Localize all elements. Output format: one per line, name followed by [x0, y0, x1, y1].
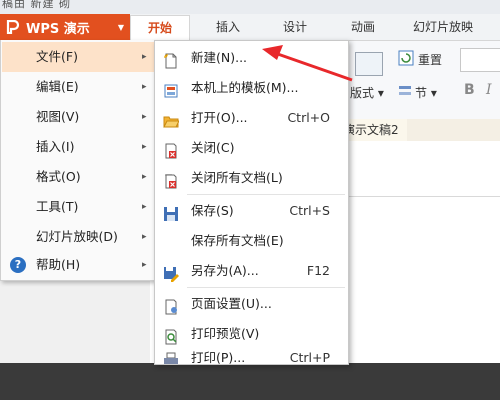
reset-icon	[398, 50, 414, 66]
layout-button[interactable]: 版式 ▾	[350, 84, 384, 101]
chevron-right-icon: ▸	[142, 172, 147, 182]
menu-item-save[interactable]: 保存(S) Ctrl+S	[155, 196, 348, 226]
menu-item-label: 视图(V)	[36, 109, 80, 124]
menu-item-view[interactable]: 视图(V) ▸	[2, 102, 154, 132]
file-submenu: 新建(N)... 本机上的模板(M)... 打开(O)... Ctrl+O 关闭…	[154, 40, 349, 365]
menu-item-local-template[interactable]: 本机上的模板(M)...	[155, 73, 348, 103]
chevron-right-icon: ▸	[142, 142, 147, 152]
menu-item-label: 关闭所有文档(L)	[191, 170, 283, 185]
tab-animation[interactable]: 动画	[333, 15, 393, 40]
window-title-bar: 稿由 新建 砌	[0, 0, 500, 14]
menu-item-label: 格式(O)	[36, 169, 81, 184]
page-setup-icon	[163, 296, 179, 315]
menu-item-label: 打开(O)...	[191, 110, 248, 125]
tab-insert[interactable]: 插入	[198, 15, 258, 40]
help-icon: ?	[10, 257, 26, 273]
wps-app-menu-button[interactable]: WPS 演示 ▼	[0, 14, 130, 40]
menu-item-label: 帮助(H)	[36, 257, 81, 272]
menu-item-label: 编辑(E)	[36, 79, 79, 94]
menu-shortcut: Ctrl+P	[289, 350, 330, 364]
section-icon	[398, 84, 412, 98]
menu-item-print[interactable]: 打印(P)... Ctrl+P	[155, 346, 348, 364]
font-name-input[interactable]	[460, 48, 500, 72]
menu-item-label: 新建(N)...	[191, 50, 248, 65]
menu-item-insert[interactable]: 插入(I) ▸	[2, 132, 154, 162]
wps-logo-icon	[4, 18, 22, 36]
menu-shortcut: Ctrl+O	[287, 110, 330, 125]
menu-item-label: 幻灯片放映(D)	[36, 229, 118, 244]
reset-button[interactable]: 重置	[418, 51, 442, 68]
open-folder-icon	[163, 110, 180, 128]
italic-button[interactable]: I	[486, 82, 492, 98]
chevron-right-icon: ▸	[142, 260, 147, 270]
menu-item-print-preview[interactable]: 打印预览(V)	[155, 319, 348, 349]
slide-canvas[interactable]	[345, 196, 500, 364]
menu-item-label: 打印预览(V)	[191, 326, 260, 341]
menu-item-page-setup[interactable]: 页面设置(U)...	[155, 289, 348, 319]
section-label: 节	[415, 86, 428, 100]
menu-item-slideshow[interactable]: 幻灯片放映(D) ▸	[2, 222, 154, 252]
template-icon	[163, 80, 179, 98]
chevron-down-icon: ▼	[117, 22, 124, 32]
menu-item-file[interactable]: 文件(F) ▸	[2, 42, 154, 72]
menu-item-label: 打印(P)...	[191, 350, 246, 364]
menu-item-label: 另存为(A)...	[191, 263, 259, 278]
menu-item-label: 工具(T)	[36, 199, 79, 214]
menu-item-label: 本机上的模板(M)...	[191, 80, 299, 95]
bold-button[interactable]: B	[464, 82, 475, 98]
chevron-right-icon: ▸	[142, 82, 147, 92]
chevron-right-icon: ▸	[142, 112, 147, 122]
chevron-right-icon: ▸	[142, 232, 147, 242]
menu-item-label: 保存(S)	[191, 203, 234, 218]
menu-item-close[interactable]: 关闭(C)	[155, 133, 348, 163]
menu-item-label: 插入(I)	[36, 139, 75, 154]
menu-item-save-as[interactable]: 另存为(A)... F12	[155, 256, 348, 286]
menu-shortcut: Ctrl+S	[289, 203, 330, 218]
new-slide-icon[interactable]	[355, 52, 383, 76]
close-all-icon	[163, 170, 179, 189]
menu-item-label: 保存所有文档(E)	[191, 233, 284, 248]
menu-item-label: 页面设置(U)...	[191, 296, 272, 311]
window-title: 稿由 新建 砌	[2, 0, 71, 10]
menu-divider	[187, 287, 345, 288]
menu-item-label: 关闭(C)	[191, 140, 235, 155]
app-main-menu: 文件(F) ▸ 编辑(E) ▸ 视图(V) ▸ 插入(I) ▸ 格式(O) ▸ …	[0, 40, 156, 281]
menu-item-new[interactable]: 新建(N)...	[155, 43, 348, 73]
menu-shortcut: F12	[306, 263, 330, 278]
status-bar	[0, 363, 500, 400]
chevron-right-icon: ▸	[142, 202, 147, 212]
menu-item-close-all[interactable]: 关闭所有文档(L)	[155, 163, 348, 193]
menu-item-format[interactable]: 格式(O) ▸	[2, 162, 154, 192]
tab-design[interactable]: 设计	[265, 15, 325, 40]
menu-divider	[187, 194, 345, 195]
menu-item-edit[interactable]: 编辑(E) ▸	[2, 72, 154, 102]
menu-item-open[interactable]: 打开(O)... Ctrl+O	[155, 103, 348, 133]
section-button[interactable]: 节 ▾	[415, 84, 437, 101]
save-icon	[163, 203, 179, 221]
menu-item-save-all[interactable]: 保存所有文档(E)	[155, 226, 348, 256]
tab-slideshow[interactable]: 幻灯片放映	[398, 15, 488, 40]
close-doc-icon	[163, 140, 179, 159]
menu-item-help[interactable]: ? 帮助(H) ▸	[2, 250, 154, 280]
print-preview-icon	[163, 326, 179, 345]
print-icon	[163, 349, 179, 364]
tab-home[interactable]: 开始	[130, 15, 190, 41]
save-as-icon	[163, 263, 179, 282]
menu-item-tools[interactable]: 工具(T) ▸	[2, 192, 154, 222]
menu-item-label: 文件(F)	[36, 49, 78, 64]
new-file-icon	[163, 50, 179, 69]
chevron-right-icon: ▸	[142, 52, 147, 62]
layout-label: 版式	[350, 86, 375, 100]
app-name: WPS 演示	[26, 21, 90, 37]
